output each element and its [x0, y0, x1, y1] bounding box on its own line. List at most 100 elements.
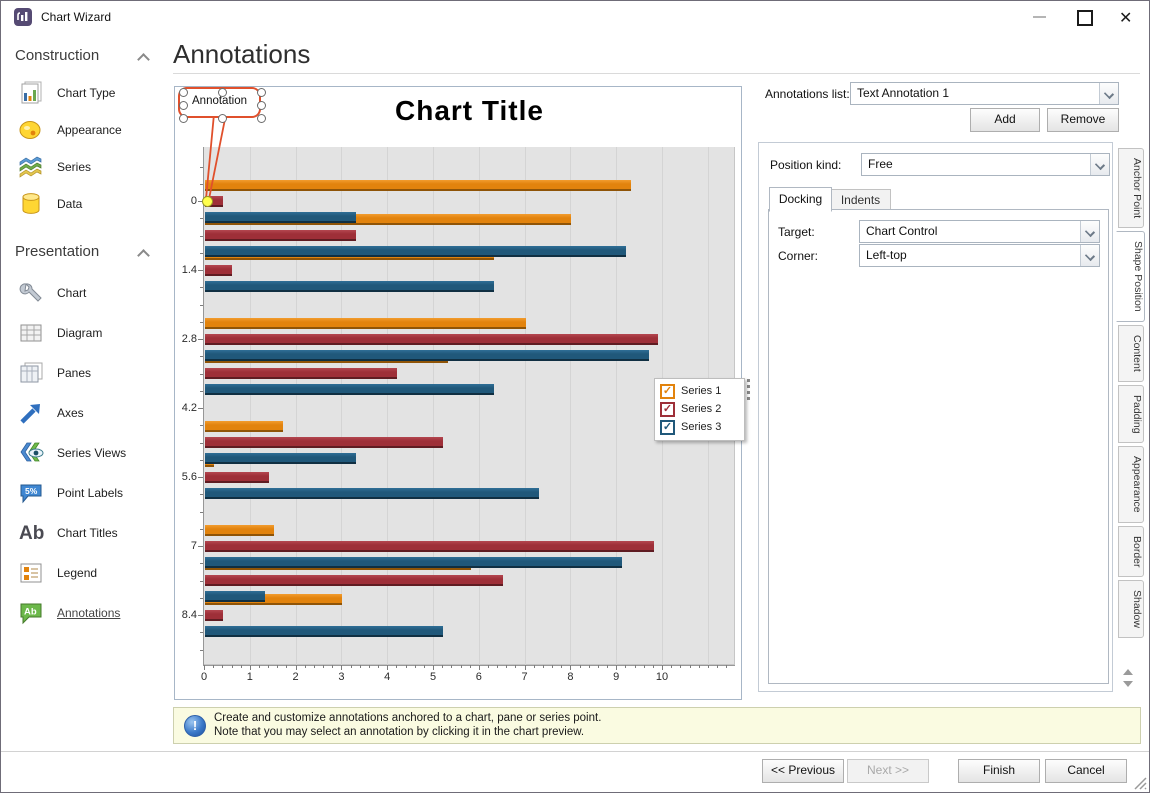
bar-series-2-arg-2.8[interactable]	[205, 334, 658, 345]
sidebar-item-series[interactable]: Series	[11, 151, 161, 185]
bar-series-3-arg-3.5[interactable]	[205, 384, 494, 395]
corner-combobox[interactable]: Left-top	[859, 244, 1100, 267]
close-button[interactable]: ✕	[1105, 1, 1149, 31]
chart-title[interactable]: Chart Title	[204, 95, 735, 127]
bar-series-2-arg-8.4[interactable]	[205, 610, 223, 621]
x-axis-minor-tick	[296, 665, 297, 668]
bar-series-2-arg-7[interactable]	[205, 541, 654, 552]
selection-handle[interactable]	[179, 114, 188, 123]
sidebar-item-appearance[interactable]: Appearance	[11, 114, 161, 148]
legend-item-series-2[interactable]: ✓Series 2	[660, 401, 744, 419]
sidebar-item-chart-titles[interactable]: AbChart Titles	[11, 517, 161, 551]
series-icon	[17, 153, 45, 181]
legend-checkbox[interactable]: ✓	[660, 420, 675, 435]
selection-handle[interactable]	[257, 101, 266, 110]
title-bar[interactable]: Chart Wizard ✕	[1, 1, 1149, 33]
maximize-button[interactable]	[1061, 1, 1105, 31]
bar-series-3-arg-5.6[interactable]	[205, 488, 539, 499]
legend-checkbox[interactable]: ✓	[660, 402, 675, 417]
sidebar-section-construction[interactable]: Construction	[15, 47, 99, 67]
bar-series-3-arg-1.4[interactable]	[205, 281, 494, 292]
previous-button[interactable]: << Previous	[762, 759, 844, 783]
annotations-list-value: Text Annotation 1	[857, 86, 949, 100]
legend-item-series-3[interactable]: ✓Series 3	[660, 419, 744, 437]
bar-series-1-arg-7[interactable]	[205, 525, 274, 536]
bar-series-3-arg-0.7[interactable]	[205, 246, 626, 257]
bar-series-2-arg-3.5[interactable]	[205, 368, 397, 379]
annotation-anchor-point[interactable]	[202, 196, 213, 207]
side-tab-padding[interactable]: Padding	[1118, 385, 1144, 444]
selection-handle[interactable]	[257, 114, 266, 123]
bar-series-2-arg-4.9[interactable]	[205, 437, 443, 448]
bar-series-3-arg-4.9[interactable]	[205, 453, 356, 464]
sidebar-item-label: Axes	[57, 406, 84, 420]
annotation-callout[interactable]: Annotation	[178, 87, 261, 118]
sidebar-item-series-views[interactable]: Series Views	[11, 437, 161, 471]
sidebar-section-presentation[interactable]: Presentation	[15, 243, 99, 263]
chart-preview[interactable]: Chart Title01.42.84.25.678.4012345678910…	[174, 86, 742, 700]
sidebar-item-legend[interactable]: Legend	[11, 557, 161, 591]
selection-handle[interactable]	[179, 88, 188, 97]
y-axis-label: 7	[173, 540, 197, 552]
side-tab-border[interactable]: Border	[1118, 526, 1144, 578]
bar-series-1-arg-0[interactable]	[205, 180, 631, 191]
chevron-down-icon[interactable]	[1080, 221, 1099, 242]
resize-grip[interactable]	[1132, 775, 1147, 790]
sidebar-item-diagram[interactable]: Diagram	[11, 317, 161, 351]
chevron-down-icon[interactable]	[1090, 154, 1109, 175]
selection-handle[interactable]	[257, 88, 266, 97]
sidebar-item-data[interactable]: Data	[11, 188, 161, 222]
side-tab-shape-position[interactable]: Shape Position	[1116, 231, 1145, 322]
remove-button[interactable]: Remove	[1047, 108, 1119, 132]
tab-scroll-down-icon[interactable]	[1123, 681, 1133, 687]
x-axis-minor-tick	[451, 665, 452, 668]
position-kind-combobox[interactable]: Free	[861, 153, 1110, 176]
bar-series-3-arg-8.4[interactable]	[205, 626, 443, 637]
bar-series-2-arg-0.7[interactable]	[205, 230, 356, 241]
bar-series-3-arg-7.7[interactable]	[205, 591, 265, 602]
sidebar-item-chart-type[interactable]: Chart Type	[11, 77, 161, 111]
selection-handle[interactable]	[218, 114, 227, 123]
selection-handle[interactable]	[218, 88, 227, 97]
bar-series-3-arg-2.8[interactable]	[205, 350, 649, 361]
x-axis-label: 0	[192, 671, 216, 683]
x-axis-minor-tick	[515, 665, 516, 668]
add-button[interactable]: Add	[970, 108, 1040, 132]
minimize-button[interactable]	[1017, 1, 1061, 31]
target-combobox[interactable]: Chart Control	[859, 220, 1100, 243]
next-button[interactable]: Next >>	[847, 759, 929, 783]
chevron-down-icon[interactable]	[1080, 245, 1099, 266]
sidebar-item-point-labels[interactable]: 5%Point Labels	[11, 477, 161, 511]
x-axis-minor-tick	[488, 665, 489, 668]
side-tab-anchor-point[interactable]: Anchor Point	[1118, 148, 1144, 228]
legend-item-series-1[interactable]: ✓Series 1	[660, 383, 744, 401]
selection-handle[interactable]	[179, 101, 188, 110]
bar-series-3-arg-0[interactable]	[205, 212, 356, 223]
bar-series-2-arg-5.6[interactable]	[205, 472, 269, 483]
bar-series-3-arg-7[interactable]	[205, 557, 622, 568]
chevron-down-icon[interactable]	[1099, 83, 1118, 104]
cancel-button[interactable]: Cancel	[1045, 759, 1127, 783]
sidebar-item-axes[interactable]: Axes	[11, 397, 161, 431]
bar-series-1-arg-4.9[interactable]	[205, 421, 283, 432]
y-axis-minor-tick	[200, 305, 203, 306]
collapse-chevron-icon[interactable]	[139, 52, 147, 60]
finish-button[interactable]: Finish	[958, 759, 1040, 783]
annotations-list-combobox[interactable]: Text Annotation 1	[850, 82, 1119, 105]
sidebar-item-chart[interactable]: Chart	[11, 277, 161, 311]
collapse-chevron-icon[interactable]	[139, 248, 147, 256]
x-axis-minor-tick	[286, 665, 287, 668]
side-tab-appearance[interactable]: Appearance	[1118, 446, 1144, 523]
tab-scroll-up-icon[interactable]	[1123, 669, 1133, 675]
side-tab-shadow[interactable]: Shadow	[1118, 580, 1144, 638]
bar-series-2-arg-1.4[interactable]	[205, 265, 232, 276]
y-axis-minor-tick	[200, 184, 203, 185]
sidebar-item-panes[interactable]: Panes	[11, 357, 161, 391]
bar-series-1-arg-2.8[interactable]	[205, 318, 526, 329]
bar-series-2-arg-7.7[interactable]	[205, 575, 503, 586]
sidebar-item-annotations[interactable]: AbAnnotations	[11, 597, 161, 631]
side-tab-content[interactable]: Content	[1118, 325, 1144, 382]
tab-docking[interactable]: Docking	[769, 187, 832, 212]
legend-checkbox[interactable]: ✓	[660, 384, 675, 399]
x-axis-label: 6	[467, 671, 491, 683]
